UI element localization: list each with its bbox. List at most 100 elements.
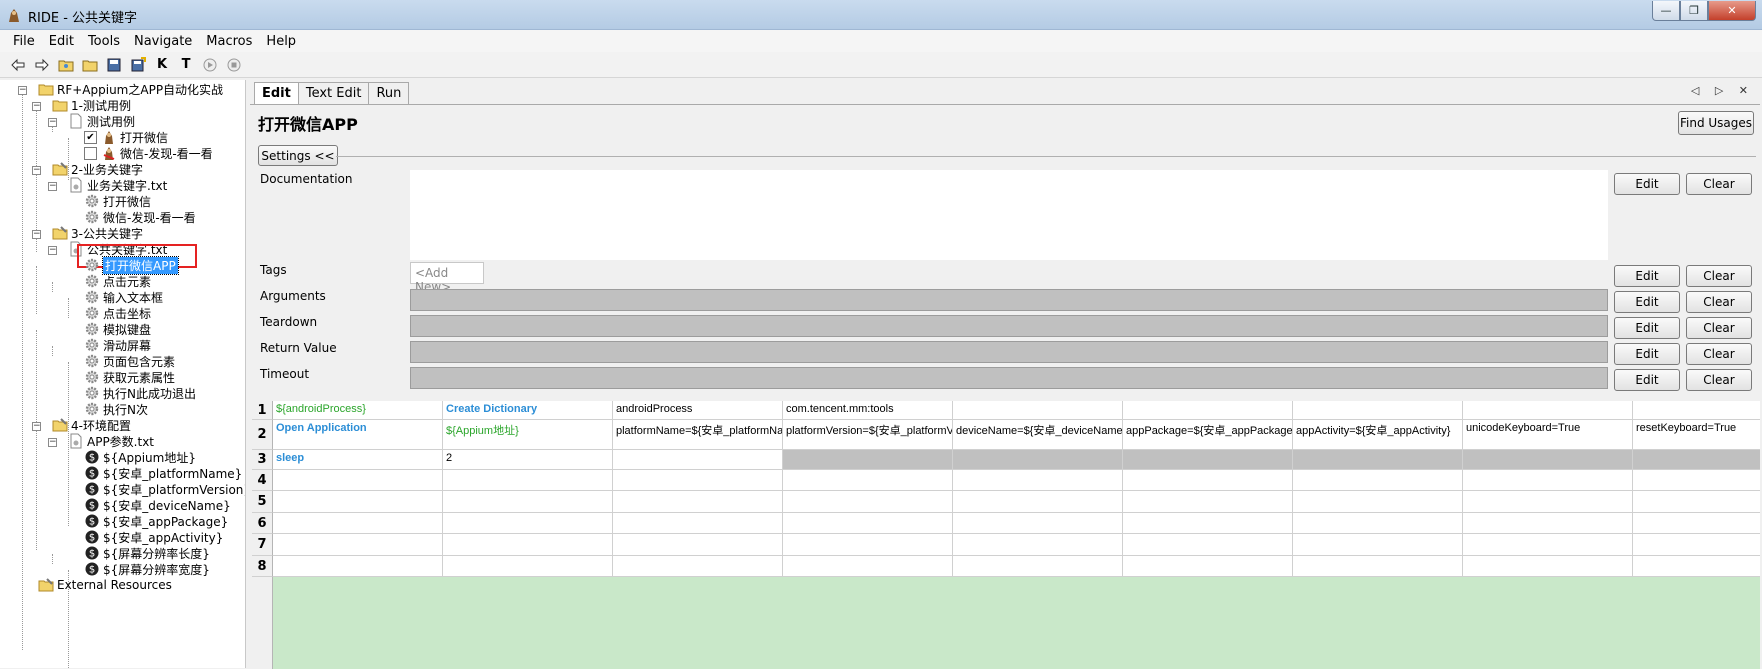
testcase-checkbox[interactable] [84, 146, 97, 160]
tab-navigation[interactable]: ◁ ▷ ✕ [1691, 84, 1754, 97]
arguments-edit-button[interactable]: Edit [1614, 291, 1680, 313]
grid-cell[interactable] [1633, 513, 1760, 534]
grid-cell[interactable] [613, 556, 783, 577]
grid-cell[interactable]: deviceName=${安卓_deviceName} [953, 420, 1123, 450]
grid-cell[interactable] [613, 513, 783, 534]
grid-cell[interactable] [783, 491, 953, 513]
grid-cell[interactable]: platformVersion=${安卓_platformVersion} [783, 420, 953, 450]
grid-cell[interactable] [1463, 401, 1633, 420]
return-value-field[interactable] [410, 341, 1608, 363]
grid-cell[interactable] [1463, 534, 1633, 556]
timeout-edit-button[interactable]: Edit [1614, 369, 1680, 391]
grid-cell[interactable] [953, 556, 1123, 577]
grid-cell[interactable] [273, 491, 443, 513]
settings-toggle-button[interactable]: Settings << [258, 145, 338, 166]
grid-cell[interactable] [443, 470, 613, 491]
teardown-clear-button[interactable]: Clear [1686, 317, 1752, 339]
return-value-clear-button[interactable]: Clear [1686, 343, 1752, 365]
grid-cell[interactable]: platformName=${安卓_platformName} [613, 420, 783, 450]
timeout-field[interactable] [410, 367, 1608, 389]
search-keywords-icon[interactable]: K [152, 55, 172, 75]
grid-cell[interactable] [273, 470, 443, 491]
arguments-field[interactable] [410, 289, 1608, 311]
minimize-button[interactable]: — [1652, 1, 1680, 21]
grid-cell[interactable] [1123, 401, 1293, 420]
grid-cell[interactable] [953, 401, 1123, 420]
open-folder-icon[interactable] [80, 55, 100, 75]
tree-collapse-n4[interactable]: − [32, 422, 41, 431]
menu-help[interactable]: Help [259, 34, 303, 49]
grid-cell[interactable] [1123, 450, 1293, 470]
documentation-clear-button[interactable]: Clear [1686, 173, 1752, 195]
grid-cell[interactable] [783, 534, 953, 556]
grid-cell[interactable] [1463, 513, 1633, 534]
grid-cell[interactable] [1633, 470, 1760, 491]
run-icon[interactable] [200, 55, 220, 75]
teardown-field[interactable] [410, 315, 1608, 337]
grid-cell[interactable] [953, 534, 1123, 556]
grid-cell[interactable] [783, 556, 953, 577]
grid-cell[interactable] [1293, 513, 1463, 534]
tree-collapse-n2[interactable]: − [32, 166, 41, 175]
grid-cell[interactable] [783, 450, 953, 470]
grid-cell[interactable] [1293, 491, 1463, 513]
grid-cell[interactable] [1123, 534, 1293, 556]
grid-cell[interactable] [613, 534, 783, 556]
search-tests-icon[interactable]: T [176, 55, 196, 75]
grid-cell[interactable]: com.tencent.mm:tools [783, 401, 953, 420]
row-number[interactable]: 7 [252, 534, 273, 556]
grid-cell[interactable] [953, 491, 1123, 513]
grid-cell[interactable] [953, 513, 1123, 534]
grid-cell[interactable]: Create Dictionary [443, 401, 613, 420]
grid-cell[interactable] [443, 556, 613, 577]
grid-cell[interactable] [443, 534, 613, 556]
grid-cell[interactable]: appPackage=${安卓_appPackage} [1123, 420, 1293, 450]
grid-cell[interactable]: appActivity=${安卓_appActivity} [1293, 420, 1463, 450]
grid-cell[interactable]: resetKeyboard=True [1633, 420, 1760, 450]
grid-cell[interactable] [1123, 513, 1293, 534]
menu-edit[interactable]: Edit [42, 34, 81, 49]
documentation-edit-button[interactable]: Edit [1614, 173, 1680, 195]
row-number[interactable]: 5 [252, 491, 273, 513]
grid-cell[interactable] [443, 513, 613, 534]
grid-cell[interactable] [1123, 556, 1293, 577]
grid-cell[interactable] [273, 556, 443, 577]
close-button[interactable]: ✕ [1708, 1, 1756, 21]
grid-cell[interactable] [1123, 491, 1293, 513]
testcase-checkbox-checked[interactable]: ✔ [84, 130, 97, 144]
grid-cell[interactable] [613, 491, 783, 513]
grid-cell[interactable] [1463, 450, 1633, 470]
menu-navigate[interactable]: Navigate [127, 34, 199, 49]
grid-cell[interactable]: ${Appium地址} [443, 420, 613, 450]
tags-edit-button[interactable]: Edit [1614, 265, 1680, 287]
teardown-edit-button[interactable]: Edit [1614, 317, 1680, 339]
grid-cell[interactable]: unicodeKeyboard=True [1463, 420, 1633, 450]
grid-cell[interactable] [273, 513, 443, 534]
menu-macros[interactable]: Macros [199, 34, 259, 49]
save-icon[interactable] [104, 55, 124, 75]
tab-run[interactable]: Run [368, 82, 410, 104]
grid-cell[interactable] [613, 450, 783, 470]
tab-edit[interactable]: Edit [254, 82, 299, 106]
row-number[interactable]: 6 [252, 513, 273, 534]
row-number[interactable]: 8 [252, 556, 273, 577]
timeout-clear-button[interactable]: Clear [1686, 369, 1752, 391]
grid-cell[interactable]: sleep [273, 450, 443, 470]
tags-add-new-field[interactable]: <Add New> [410, 262, 484, 294]
tree-node-external-resources[interactable]: External Resources [38, 576, 172, 594]
grid-cell[interactable] [1463, 556, 1633, 577]
grid-cell[interactable] [953, 450, 1123, 470]
grid-cell[interactable] [1293, 450, 1463, 470]
menu-tools[interactable]: Tools [81, 34, 127, 49]
grid-cell[interactable] [1123, 470, 1293, 491]
tree-collapse-n2-file[interactable]: − [48, 182, 57, 191]
forward-arrow-icon[interactable] [32, 55, 52, 75]
grid-cell[interactable] [953, 470, 1123, 491]
grid-cell[interactable] [1633, 450, 1760, 470]
grid-cell[interactable] [1633, 401, 1760, 420]
grid-cell[interactable] [1293, 556, 1463, 577]
row-number[interactable]: 1 [252, 401, 273, 420]
back-arrow-icon[interactable] [8, 55, 28, 75]
grid-cell[interactable] [1633, 491, 1760, 513]
grid-cell[interactable] [783, 513, 953, 534]
